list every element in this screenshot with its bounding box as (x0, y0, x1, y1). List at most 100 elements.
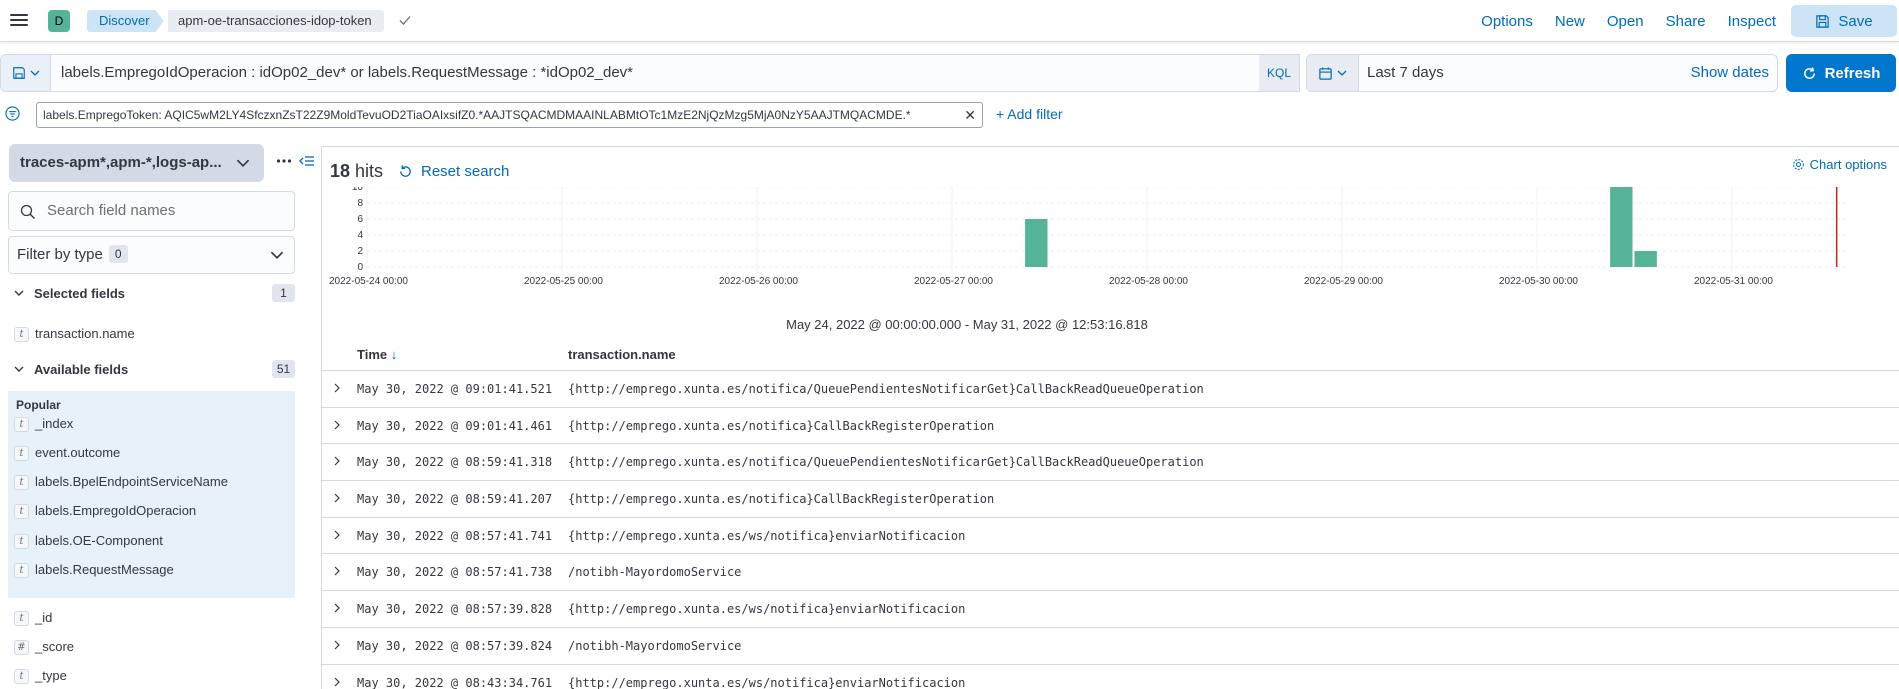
x-tick-label: 2022-05-27 00:00 (914, 276, 993, 287)
sort-arrow-icon[interactable]: ↓ (391, 347, 398, 362)
chevron-down-icon (236, 159, 250, 167)
share-link[interactable]: Share (1655, 13, 1717, 30)
expand-icon[interactable] (332, 530, 342, 540)
table-header: Time ↓ transaction.name (322, 337, 1899, 371)
expand-icon[interactable] (332, 456, 342, 466)
more-icon[interactable] (276, 156, 292, 166)
refresh-icon (400, 165, 411, 177)
field-item-emprego-id-operacion[interactable]: t labels.EmpregoIdOperacion (14, 501, 196, 521)
expand-icon[interactable] (332, 603, 342, 613)
cell-time: May 30, 2022 @ 09:01:41.461 (357, 418, 553, 433)
field-item-type[interactable]: t _type (14, 666, 67, 686)
cell-transaction-name: {http://emprego.xunta.es/ws/notifica}env… (568, 675, 966, 689)
field-item-transaction-name[interactable]: t transaction.name (14, 324, 135, 344)
new-link[interactable]: New (1544, 13, 1596, 30)
cell-time: May 30, 2022 @ 08:59:41.318 (357, 455, 553, 470)
filter-menu-icon[interactable] (5, 106, 20, 121)
time-column-label: Time (357, 347, 388, 362)
cell-transaction-name: /notibh-MayordomoService (568, 565, 742, 580)
refresh-button[interactable]: Refresh (1786, 54, 1896, 92)
available-fields-toggle[interactable]: Available fields (14, 362, 128, 377)
inspect-link[interactable]: Inspect (1717, 13, 1787, 30)
x-tick-label: 2022-05-31 00:00 (1694, 276, 1773, 287)
add-filter-button[interactable]: + Add filter (996, 106, 1063, 122)
field-item-index[interactable]: t _index (14, 414, 73, 434)
transaction-name-column-header[interactable]: transaction.name (568, 347, 676, 362)
query-bar: labels.EmpregoIdOperacion : idOp02_dev* … (0, 54, 1300, 92)
breadcrumb-discover[interactable]: Discover (87, 10, 164, 32)
save-label: Save (1838, 12, 1873, 30)
selected-fields-title: Selected fields (34, 286, 126, 301)
field-name: event.outcome (35, 445, 121, 460)
selected-fields-toggle[interactable]: Selected fields (14, 286, 125, 301)
time-column-header[interactable]: Time ↓ (357, 347, 397, 362)
open-link[interactable]: Open (1596, 13, 1655, 30)
field-item-id[interactable]: t _id (14, 608, 52, 628)
show-dates-link[interactable]: Show dates (1691, 55, 1769, 91)
expand-icon[interactable] (332, 420, 342, 430)
query-input[interactable]: labels.EmpregoIdOperacion : idOp02_dev* … (61, 55, 1251, 91)
x-tick-label: 2022-05-24 00:00 (329, 276, 408, 287)
expand-icon[interactable] (332, 493, 342, 503)
histogram-chart[interactable]: 0 2 4 6 8 10 2022-05-24 00:00 2022-05-25 00:00 2… (322, 187, 1899, 317)
expand-icon[interactable] (332, 383, 342, 393)
y-tick-label: 4 (357, 230, 363, 241)
field-name: _score (35, 639, 75, 654)
options-link[interactable]: Options (1470, 13, 1544, 30)
x-tick-label: 2022-05-29 00:00 (1304, 276, 1383, 287)
field-name: labels.OE-Component (35, 533, 163, 548)
index-pattern-selector[interactable]: traces-apm*,apm-*,logs-ap... (9, 144, 264, 182)
save-button[interactable]: Save (1791, 5, 1897, 37)
filter-by-type-label: Filter by type (17, 246, 103, 263)
field-name: _index (35, 416, 74, 431)
close-icon[interactable]: ✕ (964, 103, 976, 127)
date-picker: Last 7 days Show dates (1306, 54, 1778, 92)
field-name: labels.RequestMessage (35, 562, 174, 577)
saved-query-button[interactable] (1, 55, 51, 91)
quick-menu-button[interactable] (1307, 55, 1359, 91)
reset-search-button[interactable]: Reset search (398, 163, 509, 180)
field-item-score[interactable]: # _score (14, 637, 74, 657)
breadcrumb-saved-search: apm-oe-transacciones-idop-token (168, 10, 384, 32)
field-search-input[interactable]: Search field names (8, 191, 295, 231)
date-range-text[interactable]: Last 7 days (1367, 55, 1444, 91)
field-item-event-outcome[interactable]: t event.outcome (14, 443, 120, 463)
table-row: May 30, 2022 @ 08:57:41.741 {http://empre… (322, 518, 1899, 555)
cell-time: May 30, 2022 @ 08:57:39.824 (357, 638, 553, 653)
table-row: May 30, 2022 @ 09:01:41.461 {http://empre… (322, 408, 1899, 445)
table-row: May 30, 2022 @ 08:59:41.207 {http://empre… (322, 481, 1899, 518)
space-avatar[interactable]: D (48, 10, 70, 32)
expand-icon[interactable] (332, 677, 342, 687)
string-type-icon: t (14, 534, 29, 549)
x-tick-label: 2022-05-26 00:00 (719, 276, 798, 287)
calendar-icon (1319, 66, 1332, 80)
histogram-bar (1634, 251, 1657, 267)
hits-label: hits (355, 161, 384, 181)
expand-icon[interactable] (332, 640, 342, 650)
menu-icon[interactable] (10, 11, 28, 29)
cell-transaction-name: {http://emprego.xunta.es/notifica/QueueP… (568, 455, 1204, 470)
expand-icon[interactable] (332, 566, 342, 576)
y-tick-label: 8 (357, 198, 363, 209)
filter-pill[interactable]: labels.EmpregoToken: AQIC5wM2LY4SfczxnZs… (36, 102, 983, 128)
chevron-down-icon (14, 286, 26, 301)
string-type-icon: t (14, 475, 29, 490)
field-item-bpel-endpoint[interactable]: t labels.BpelEndpointServiceName (14, 472, 228, 492)
top-header: D Discover apm-oe-transacciones-idop-tok… (0, 0, 1899, 42)
chart-options-button[interactable]: Chart options (1792, 157, 1887, 172)
cell-transaction-name: {http://emprego.xunta.es/notifica}CallBa… (568, 418, 995, 433)
field-item-oe-component[interactable]: t labels.OE-Component (14, 531, 163, 551)
available-count-badge: 51 (272, 360, 295, 378)
kql-toggle[interactable]: KQL (1259, 55, 1299, 91)
filter-count-badge: 0 (108, 245, 128, 263)
string-type-icon: t (14, 446, 29, 461)
check-icon (399, 16, 411, 25)
field-item-request-message[interactable]: t labels.RequestMessage (14, 560, 174, 580)
cell-time: May 30, 2022 @ 08:57:41.741 (357, 528, 553, 543)
collapse-sidebar-icon[interactable] (299, 153, 315, 169)
x-tick-label: 2022-05-28 00:00 (1109, 276, 1188, 287)
filter-by-type-button[interactable]: Filter by type 0 (8, 236, 295, 274)
selected-count-badge: 1 (272, 284, 295, 302)
filter-pill-label: labels.EmpregoToken: AQIC5wM2LY4SfczxnZs… (43, 108, 911, 122)
refresh-label: Refresh (1824, 64, 1881, 82)
